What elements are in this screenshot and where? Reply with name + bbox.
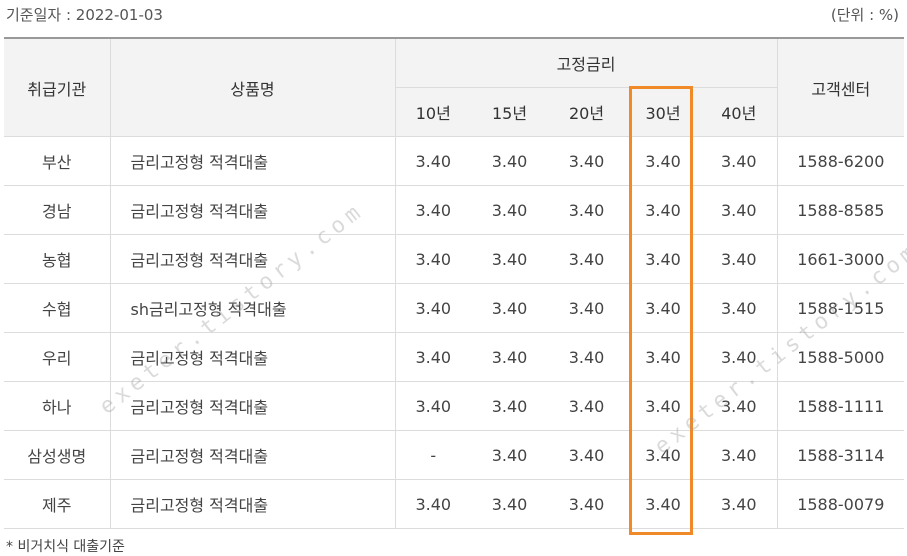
header-term-10: 10년 bbox=[395, 87, 471, 137]
cell-rate-30y: 3.40 bbox=[625, 234, 701, 284]
cell-product: 금리고정형 적격대출 bbox=[110, 185, 396, 235]
cell-rate-40y: 3.40 bbox=[701, 479, 778, 529]
cell-rate-10y: 3.40 bbox=[395, 381, 471, 431]
cell-product: 금리고정형 적격대출 bbox=[110, 234, 396, 284]
cell-rate-40y: 3.40 bbox=[701, 381, 778, 431]
cell-phone: 1588-1111 bbox=[777, 381, 905, 431]
cell-rate-20y: 3.40 bbox=[548, 479, 625, 529]
rate-table: 취급기관 상품명 고정금리 고객센터 10년 15년 20년 30년 40년 부… bbox=[4, 37, 905, 529]
footnote: * 비거치식 대출기준 bbox=[6, 539, 125, 555]
table-row: 하나 금리고정형 적격대출 3.40 3.40 3.40 3.40 3.40 1588-111… bbox=[4, 381, 905, 431]
cell-rate-15y: 3.40 bbox=[471, 283, 548, 333]
table-body: 부산 금리고정형 적격대출 3.40 3.40 3.40 3.40 3.40 1588-620… bbox=[4, 136, 905, 529]
cell-rate-10y: 3.40 bbox=[395, 479, 471, 529]
info-bar: 기준일자 : 2022-01-03 (단위 : %) bbox=[6, 4, 899, 26]
cell-phone: 1588-5000 bbox=[777, 332, 905, 382]
table-row: 제주 금리고정형 적격대출 3.40 3.40 3.40 3.40 3.40 1588-007… bbox=[4, 479, 905, 529]
cell-rate-15y: 3.40 bbox=[471, 136, 548, 186]
cell-rate-30y: 3.40 bbox=[625, 381, 701, 431]
cell-institution: 수협 bbox=[4, 283, 111, 333]
cell-institution: 삼성생명 bbox=[4, 430, 111, 480]
cell-rate-40y: 3.40 bbox=[701, 234, 778, 284]
header-fixed-rate: 고정금리 bbox=[395, 37, 778, 88]
cell-product: 금리고정형 적격대출 bbox=[110, 332, 396, 382]
cell-rate-30y: 3.40 bbox=[625, 479, 701, 529]
cell-rate-40y: 3.40 bbox=[701, 430, 778, 480]
table-row: 경남 금리고정형 적격대출 3.40 3.40 3.40 3.40 3.40 1588-858… bbox=[4, 185, 905, 235]
cell-rate-10y: 3.40 bbox=[395, 136, 471, 186]
cell-phone: 1588-0079 bbox=[777, 479, 905, 529]
cell-institution: 경남 bbox=[4, 185, 111, 235]
cell-institution: 부산 bbox=[4, 136, 111, 186]
header-term-30: 30년 bbox=[625, 87, 701, 137]
table-row: 삼성생명 금리고정형 적격대출 -3.40 3.40 3.40 3.40 1588-3114 bbox=[4, 430, 905, 480]
cell-rate-30y: 3.40 bbox=[625, 185, 701, 235]
cell-institution: 농협 bbox=[4, 234, 111, 284]
cell-rate-30y: 3.40 bbox=[625, 332, 701, 382]
cell-institution: 제주 bbox=[4, 479, 111, 529]
cell-rate-20y: 3.40 bbox=[548, 430, 625, 480]
cell-rate-20y: 3.40 bbox=[548, 332, 625, 382]
cell-product: 금리고정형 적격대출 bbox=[110, 479, 396, 529]
cell-rate-10y: 3.40 bbox=[395, 185, 471, 235]
header-institution: 취급기관 bbox=[4, 37, 111, 137]
table-header: 취급기관 상품명 고정금리 고객센터 10년 15년 20년 30년 40년 bbox=[4, 37, 905, 137]
cell-rate-20y: 3.40 bbox=[548, 234, 625, 284]
cell-rate-40y: 3.40 bbox=[701, 283, 778, 333]
cell-rate-20y: 3.40 bbox=[548, 381, 625, 431]
cell-institution: 우리 bbox=[4, 332, 111, 382]
cell-phone: 1588-8585 bbox=[777, 185, 905, 235]
header-product: 상품명 bbox=[110, 37, 396, 137]
cell-rate-15y: 3.40 bbox=[471, 430, 548, 480]
cell-product: 금리고정형 적격대출 bbox=[110, 381, 396, 431]
cell-rate-30y: 3.40 bbox=[625, 430, 701, 480]
table-row: 농협 금리고정형 적격대출 3.40 3.40 3.40 3.40 3.40 1661-300… bbox=[4, 234, 905, 284]
cell-rate-20y: 3.40 bbox=[548, 185, 625, 235]
table-row: 수협 sh금리고정형 적격대출 3.40 3.40 3.40 3.40 3.40 1588-1… bbox=[4, 283, 905, 333]
cell-rate-20y: 3.40 bbox=[548, 283, 625, 333]
cell-phone: 1588-3114 bbox=[777, 430, 905, 480]
base-date-label: 기준일자 : 2022-01-03 bbox=[6, 6, 163, 24]
cell-product: 금리고정형 적격대출 bbox=[110, 430, 396, 480]
table-row: 우리 금리고정형 적격대출 3.40 3.40 3.40 3.40 3.40 1588-500… bbox=[4, 332, 905, 382]
cell-rate-10y: - bbox=[395, 430, 471, 480]
cell-rate-30y: 3.40 bbox=[625, 136, 701, 186]
cell-product: sh금리고정형 적격대출 bbox=[110, 283, 396, 333]
cell-phone: 1588-1515 bbox=[777, 283, 905, 333]
cell-rate-40y: 3.40 bbox=[701, 136, 778, 186]
cell-rate-10y: 3.40 bbox=[395, 283, 471, 333]
unit-label: (단위 : %) bbox=[830, 6, 899, 24]
header-customer-center: 고객센터 bbox=[777, 37, 905, 137]
header-term-20: 20년 bbox=[548, 87, 625, 137]
cell-rate-40y: 3.40 bbox=[701, 185, 778, 235]
cell-rate-20y: 3.40 bbox=[548, 136, 625, 186]
cell-rate-30y: 3.40 bbox=[625, 283, 701, 333]
cell-phone: 1661-3000 bbox=[777, 234, 905, 284]
header-term-15: 15년 bbox=[471, 87, 548, 137]
cell-institution: 하나 bbox=[4, 381, 111, 431]
cell-rate-15y: 3.40 bbox=[471, 234, 548, 284]
cell-rate-10y: 3.40 bbox=[395, 234, 471, 284]
table-row: 부산 금리고정형 적격대출 3.40 3.40 3.40 3.40 3.40 1588-620… bbox=[4, 136, 905, 186]
cell-rate-15y: 3.40 bbox=[471, 381, 548, 431]
cell-product: 금리고정형 적격대출 bbox=[110, 136, 396, 186]
cell-rate-15y: 3.40 bbox=[471, 332, 548, 382]
cell-phone: 1588-6200 bbox=[777, 136, 905, 186]
cell-rate-40y: 3.40 bbox=[701, 332, 778, 382]
header-term-40: 40년 bbox=[701, 87, 778, 137]
cell-rate-10y: 3.40 bbox=[395, 332, 471, 382]
cell-rate-15y: 3.40 bbox=[471, 479, 548, 529]
cell-rate-15y: 3.40 bbox=[471, 185, 548, 235]
